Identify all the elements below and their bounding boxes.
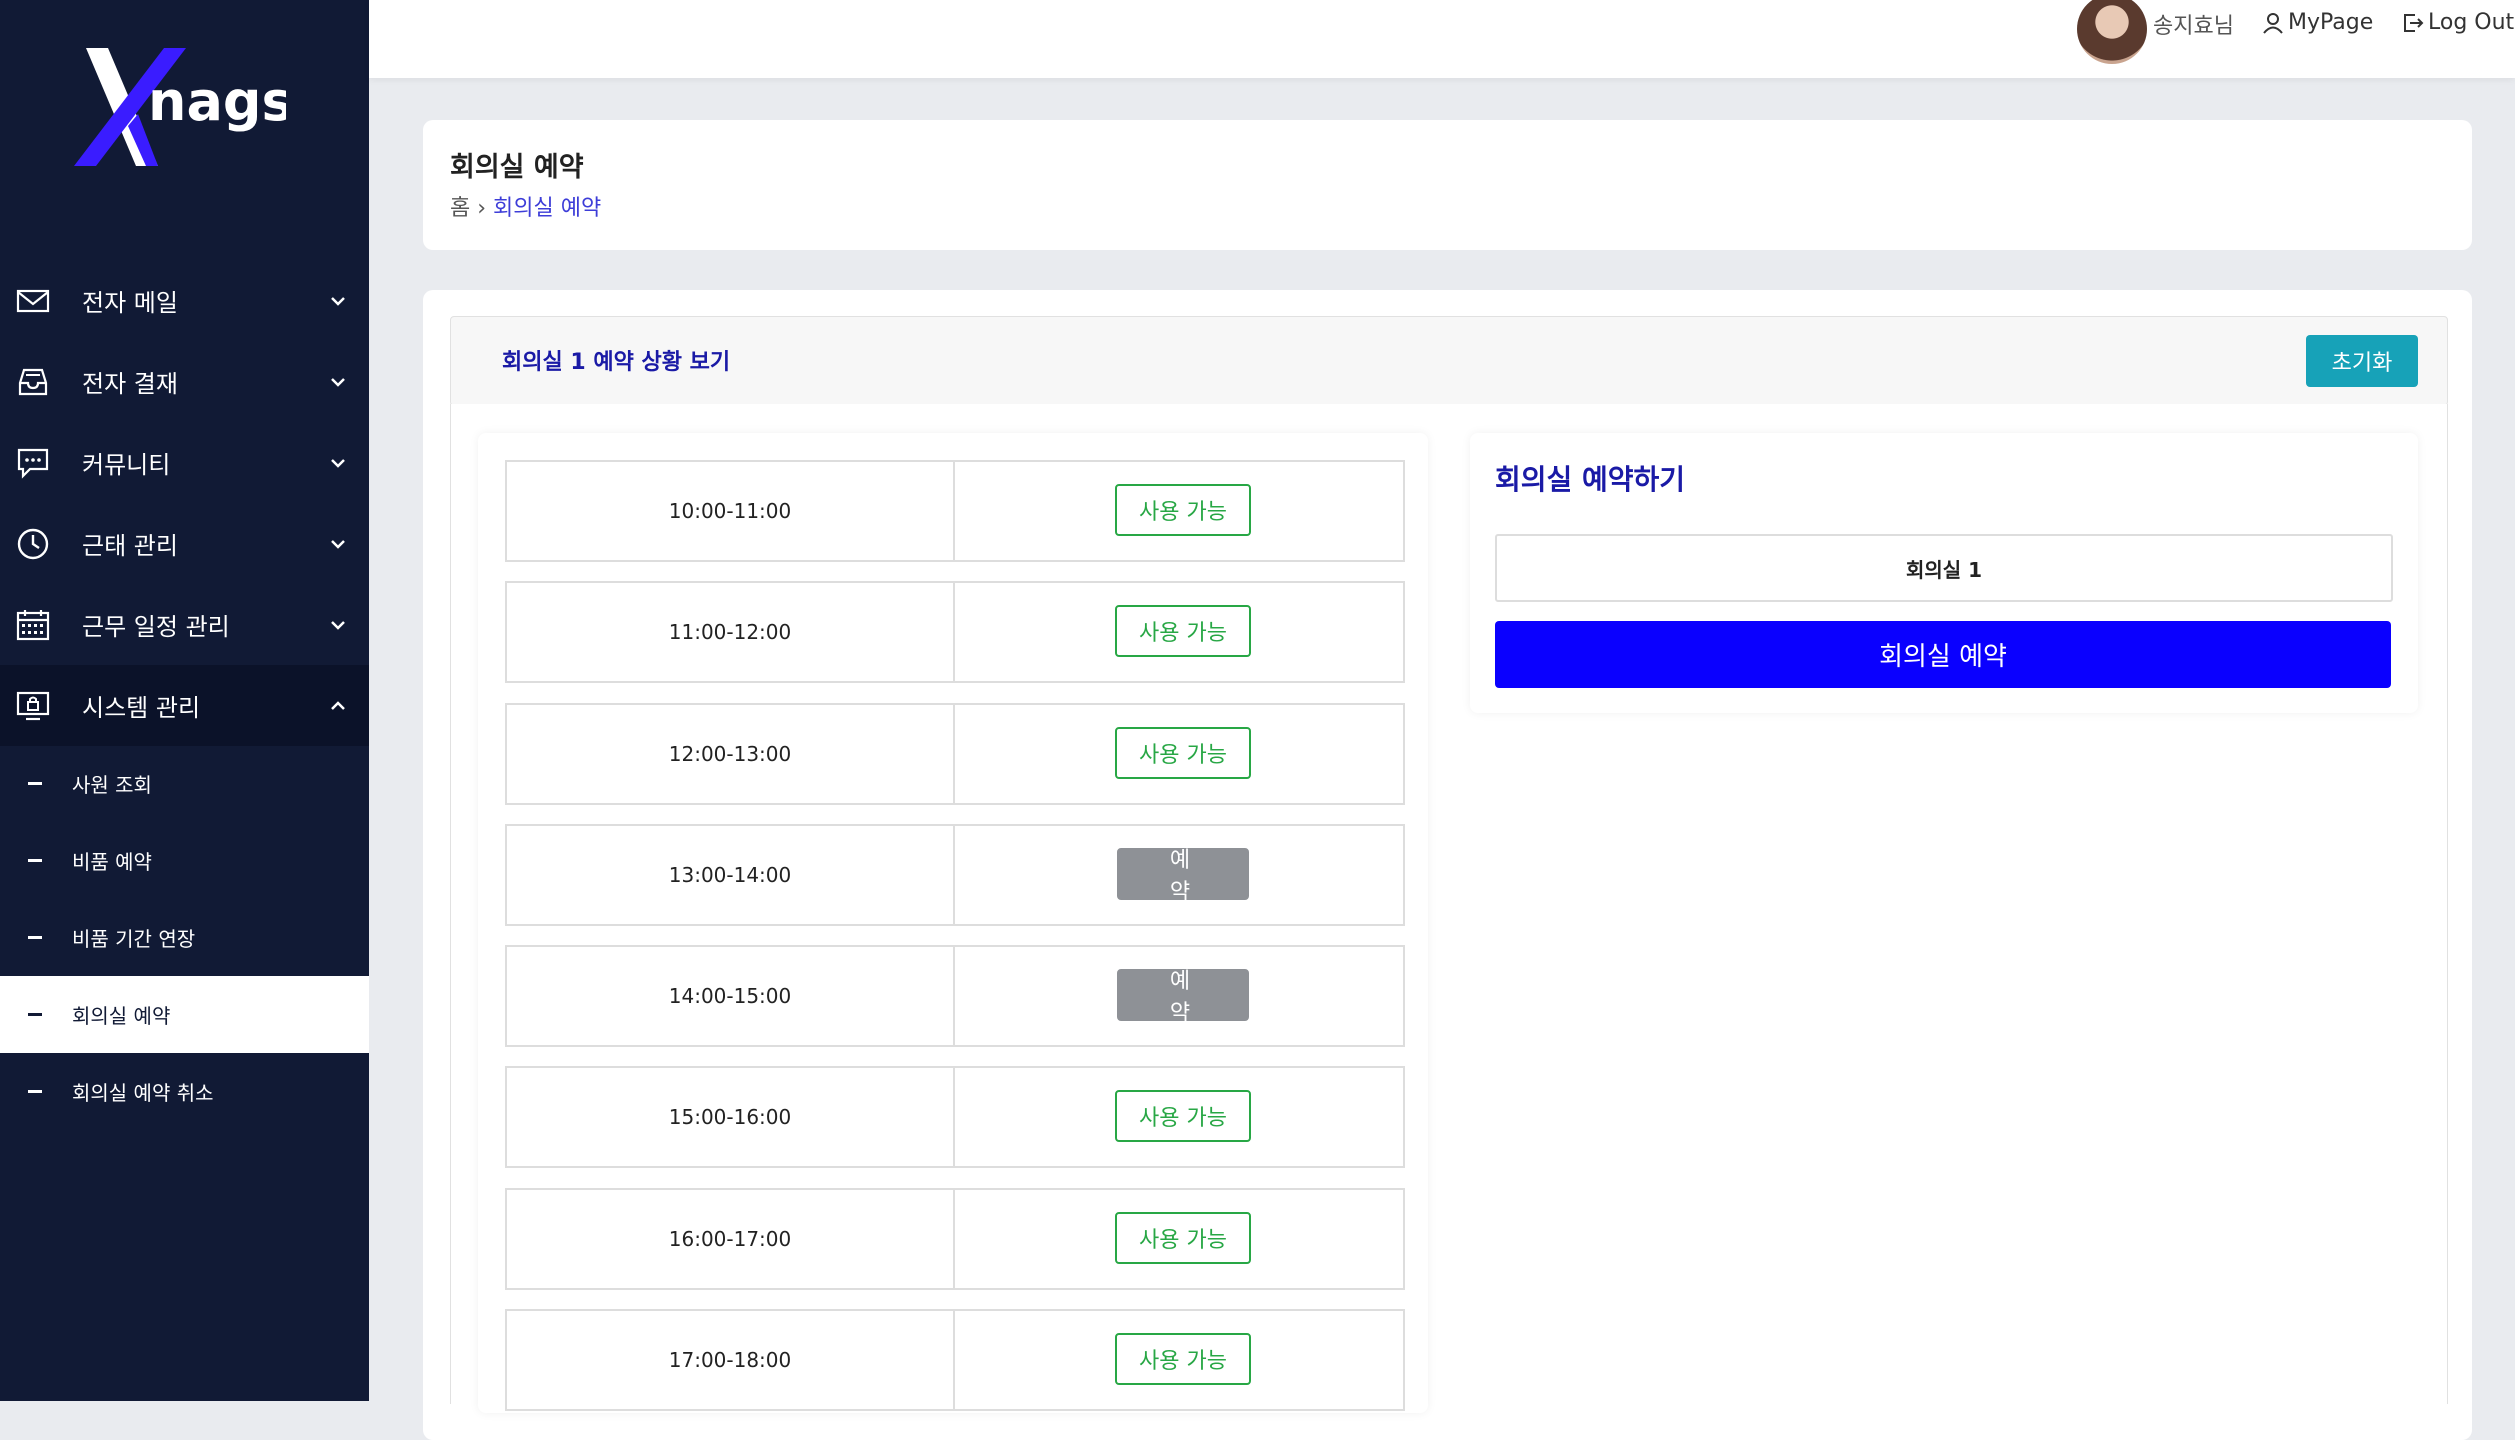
calendar-icon <box>16 609 50 640</box>
breadcrumb: 홈 › 회의실 예약 <box>450 190 601 222</box>
logout-link[interactable]: Log Out <box>2402 10 2514 35</box>
slot-status-button[interactable]: 예약 <box>1117 848 1249 905</box>
sidebar-item-email[interactable]: 전자 메일 <box>0 260 369 341</box>
user-icon <box>2263 12 2283 34</box>
time-slot-row: 15:00-16:00 사용 가능 <box>505 1066 1405 1168</box>
sidebar-subitem-equipment-booking[interactable]: 비품 예약 <box>0 822 369 899</box>
sidebar-subitem-employee-search[interactable]: 사원 조회 <box>0 745 369 822</box>
slot-status-button[interactable]: 사용 가능 <box>1115 1212 1251 1264</box>
sidebar-subitem-label: 사원 조회 <box>72 773 152 797</box>
sidebar-item-label: 근태 관리 <box>82 532 178 560</box>
time-slot-row: 14:00-15:00 예약 <box>505 945 1405 1047</box>
sidebar-subitem-room-cancel[interactable]: 회의실 예약 취소 <box>0 1053 369 1130</box>
time-slot-row: 10:00-11:00 사용 가능 <box>505 460 1405 562</box>
time-slot-row: 12:00-13:00 사용 가능 <box>505 703 1405 805</box>
slot-time: 16:00-17:00 <box>507 1190 955 1288</box>
logout-label: Log Out <box>2428 10 2515 35</box>
logout-icon <box>2404 13 2424 32</box>
time-slot-row: 11:00-12:00 사용 가능 <box>505 581 1405 683</box>
sidebar-subitem-label: 회의실 예약 취소 <box>72 1081 214 1105</box>
time-slot-row: 17:00-18:00 사용 가능 <box>505 1309 1405 1411</box>
sidebar-subitem-label: 비품 기간 연장 <box>72 927 196 951</box>
slot-time: 13:00-14:00 <box>507 826 955 924</box>
chevron-down-icon <box>331 296 345 306</box>
chevron-down-icon <box>331 620 345 630</box>
sidebar-item-label: 전자 메일 <box>82 289 178 317</box>
xnags-logo[interactable]: nags <box>66 48 286 166</box>
booking-form-title: 회의실 예약하기 <box>1495 463 1686 496</box>
dash-icon <box>28 782 42 785</box>
logo-text: nags <box>148 70 286 133</box>
chevron-right-icon: › <box>477 196 494 221</box>
chat-icon <box>17 448 49 479</box>
reset-button[interactable]: 초기화 <box>2306 335 2418 387</box>
slot-status-button[interactable]: 사용 가능 <box>1115 484 1251 536</box>
slot-status-button[interactable]: 사용 가능 <box>1115 727 1251 779</box>
time-slot-row: 16:00-17:00 사용 가능 <box>505 1188 1405 1290</box>
mail-icon <box>16 289 50 312</box>
page-title: 회의실 예약 <box>450 152 584 183</box>
sidebar-subitem-room-booking[interactable]: 회의실 예약 <box>0 976 369 1053</box>
slot-status-button[interactable]: 예약 <box>1117 969 1249 1026</box>
sidebar-item-schedule[interactable]: 근무 일정 관리 <box>0 584 369 665</box>
slot-time: 11:00-12:00 <box>507 583 955 681</box>
dash-icon <box>28 936 42 939</box>
slot-time: 12:00-13:00 <box>507 705 955 803</box>
slot-status-button[interactable]: 사용 가능 <box>1115 1333 1251 1385</box>
dash-icon <box>28 859 42 862</box>
sidebar-item-approval[interactable]: 전자 결재 <box>0 341 369 422</box>
dash-icon <box>28 1013 42 1016</box>
panel-header <box>450 316 2448 406</box>
slot-status-button[interactable]: 사용 가능 <box>1115 605 1251 657</box>
mypage-link[interactable]: MyPage <box>2262 10 2373 35</box>
mypage-label: MyPage <box>2288 10 2374 35</box>
sidebar-item-label: 커뮤니티 <box>82 451 171 479</box>
sidebar-subitem-label: 회의실 예약 <box>72 1004 171 1028</box>
sidebar-subitem-equipment-extend[interactable]: 비품 기간 연장 <box>0 899 369 976</box>
chevron-down-icon <box>331 458 345 468</box>
monitor-lock-icon <box>16 691 50 720</box>
sidebar-item-community[interactable]: 커뮤니티 <box>0 422 369 503</box>
slot-time: 15:00-16:00 <box>507 1068 955 1166</box>
panel-title: 회의실 1 예약 상황 보기 <box>502 350 731 375</box>
slot-time: 14:00-15:00 <box>507 947 955 1045</box>
chevron-down-icon <box>331 377 345 387</box>
sidebar-item-label: 시스템 관리 <box>82 694 201 722</box>
chevron-up-icon <box>331 700 345 710</box>
breadcrumb-current: 회의실 예약 <box>493 196 602 221</box>
sidebar-item-attendance[interactable]: 근태 관리 <box>0 503 369 584</box>
sidebar-item-system[interactable]: 시스템 관리 <box>0 665 369 746</box>
chevron-down-icon <box>331 539 345 549</box>
sidebar-item-label: 전자 결재 <box>82 370 178 398</box>
slot-time: 17:00-18:00 <box>507 1311 955 1409</box>
time-slot-row: 13:00-14:00 예약 <box>505 824 1405 926</box>
sidebar: nags 전자 메일 전자 결재 커뮤니티 근태 관리 근무 일정 관리 시스템… <box>0 0 369 1401</box>
room-booking-button[interactable]: 회의실 예약 <box>1495 621 2391 688</box>
slot-time: 10:00-11:00 <box>507 462 955 560</box>
page-header-card <box>423 120 2472 250</box>
clock-icon <box>17 528 49 559</box>
sidebar-subitem-label: 비품 예약 <box>72 850 152 874</box>
dash-icon <box>28 1090 42 1093</box>
sidebar-item-label: 근무 일정 관리 <box>82 613 230 641</box>
slot-status-button[interactable]: 사용 가능 <box>1115 1090 1251 1142</box>
room-field[interactable]: 회의실 1 <box>1495 534 2393 602</box>
breadcrumb-home[interactable]: 홈 <box>450 196 470 221</box>
user-name: 송지효님 <box>2153 14 2234 39</box>
inbox-tray-icon <box>18 368 48 395</box>
